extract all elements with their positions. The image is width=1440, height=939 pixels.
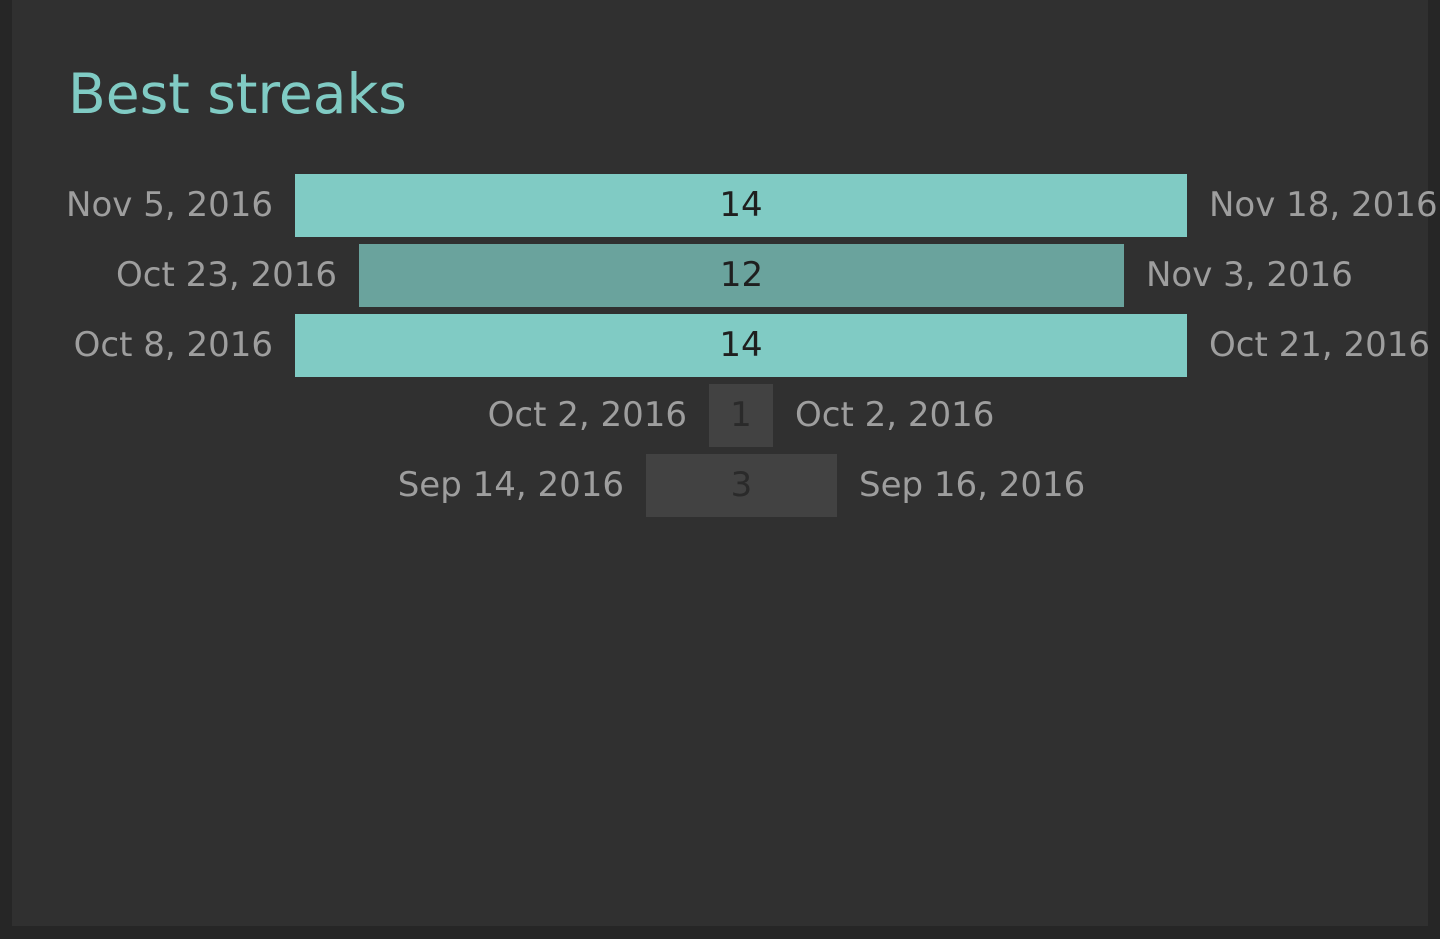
streak-row: Oct 8, 2016 14 Oct 21, 2016 [12, 314, 1430, 377]
streak-end-date: Oct 21, 2016 [1209, 325, 1430, 365]
streak-row: Nov 5, 2016 14 Nov 18, 2016 [12, 174, 1438, 237]
streak-start-date: Nov 5, 2016 [66, 185, 273, 225]
streak-bar: 3 [646, 454, 837, 517]
streak-end-date: Oct 2, 2016 [795, 395, 995, 435]
streak-start-date: Sep 14, 2016 [397, 465, 624, 505]
streak-bar: 14 [295, 314, 1187, 377]
streak-row: Oct 23, 2016 12 Nov 3, 2016 [12, 244, 1428, 307]
streak-bar: 1 [709, 384, 773, 447]
streak-row: Sep 14, 2016 3 Sep 16, 2016 [12, 454, 1428, 517]
streak-end-date: Sep 16, 2016 [859, 465, 1086, 505]
app-background: Best streaks Nov 5, 2016 14 Nov 18, 2016 Oc… [0, 0, 1440, 939]
streak-row: Oct 2, 2016 1 Oct 2, 2016 [12, 384, 1428, 447]
streak-end-date: Nov 18, 2016 [1209, 185, 1438, 225]
streak-list: Nov 5, 2016 14 Nov 18, 2016 Oct 23, 2016 12 N… [12, 0, 1438, 926]
streak-start-date: Oct 23, 2016 [116, 255, 337, 295]
streak-end-date: Nov 3, 2016 [1146, 255, 1353, 295]
streak-bar: 12 [359, 244, 1124, 307]
streak-start-date: Oct 2, 2016 [487, 395, 687, 435]
streak-start-date: Oct 8, 2016 [73, 325, 273, 365]
streak-bar: 14 [295, 174, 1187, 237]
best-streaks-card: Best streaks Nov 5, 2016 14 Nov 18, 2016 Oc… [12, 0, 1438, 926]
